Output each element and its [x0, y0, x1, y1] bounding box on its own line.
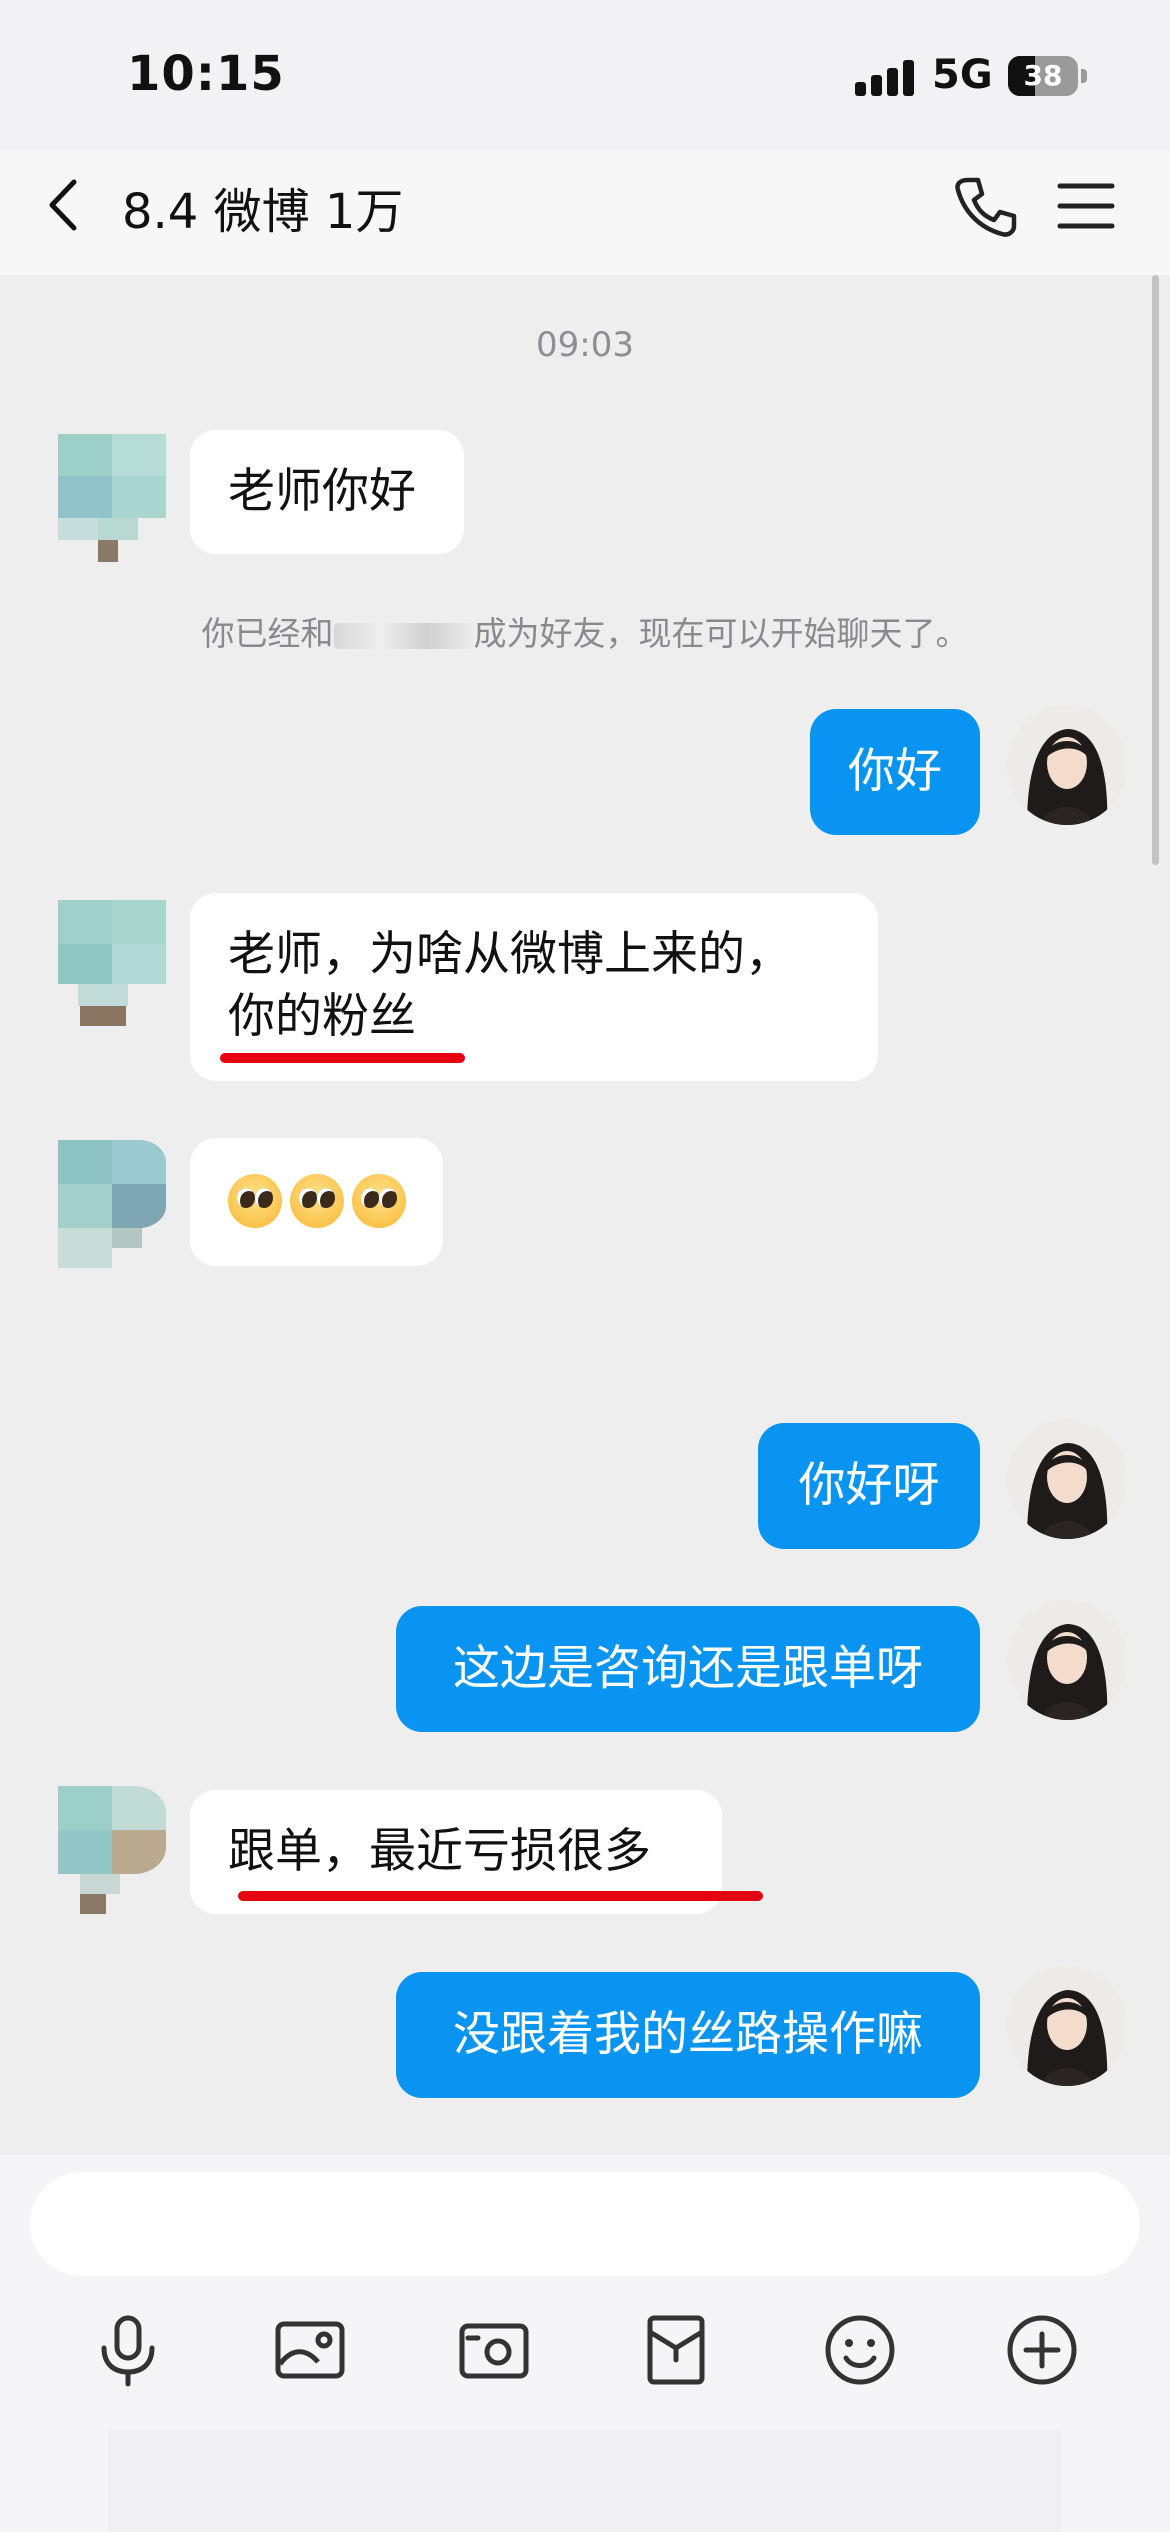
- pleading-face-emoji: [228, 1174, 282, 1228]
- pleading-face-emoji: [352, 1174, 406, 1228]
- camera-icon[interactable]: [456, 2312, 532, 2388]
- network-label: 5G: [932, 52, 993, 98]
- battery-level: 38: [1023, 59, 1063, 92]
- message-line: 老师，为啥从微博上来的，: [228, 927, 792, 982]
- pleading-face-emoji: [290, 1174, 344, 1228]
- system-message: 你已经和 成为好友，现在可以开始聊天了。: [0, 607, 1170, 655]
- message-bubble[interactable]: 这边是咨询还是跟单呀: [396, 1606, 980, 1732]
- red-packet-icon[interactable]: [638, 2312, 714, 2388]
- avatar[interactable]: [1007, 705, 1127, 825]
- emoji-icon[interactable]: [822, 2312, 898, 2388]
- battery-icon: 38: [1008, 56, 1088, 96]
- system-message-suffix: 成为好友，现在可以开始聊天了。: [473, 614, 969, 653]
- avatar[interactable]: [58, 900, 166, 1028]
- message-timestamp: 09:03: [536, 325, 634, 365]
- message-bubble[interactable]: 没跟着我的丝路操作嘛: [396, 1972, 980, 2098]
- status-time: 10:15: [127, 46, 285, 102]
- emoji-row: [228, 1174, 406, 1228]
- chat-title: 8.4 微博 1万: [122, 184, 404, 240]
- system-message-prefix: 你已经和: [201, 614, 334, 653]
- avatar[interactable]: [58, 1140, 166, 1268]
- plus-icon[interactable]: [1004, 2312, 1080, 2388]
- message-bubble[interactable]: 老师你好: [190, 430, 464, 554]
- avatar[interactable]: [1007, 1600, 1127, 1720]
- avatar[interactable]: [58, 434, 166, 562]
- red-underline: [220, 1053, 465, 1063]
- red-underline: [238, 1891, 763, 1901]
- home-area: [108, 2430, 1062, 2532]
- message-input[interactable]: [30, 2172, 1140, 2276]
- avatar[interactable]: [1007, 1419, 1127, 1539]
- signal-icon: [855, 60, 915, 96]
- image-icon[interactable]: [272, 2312, 348, 2388]
- message-bubble[interactable]: 你好: [810, 709, 980, 835]
- avatar[interactable]: [58, 1786, 166, 1914]
- phone-icon[interactable]: [950, 172, 1020, 242]
- avatar[interactable]: [1007, 1966, 1127, 2086]
- message-line: 你的粉丝: [228, 989, 416, 1044]
- microphone-icon[interactable]: [90, 2312, 166, 2388]
- blurred-name: [333, 622, 474, 649]
- message-bubble[interactable]: 你好呀: [758, 1423, 980, 1549]
- back-icon[interactable]: [40, 170, 90, 240]
- menu-icon[interactable]: [1056, 180, 1116, 232]
